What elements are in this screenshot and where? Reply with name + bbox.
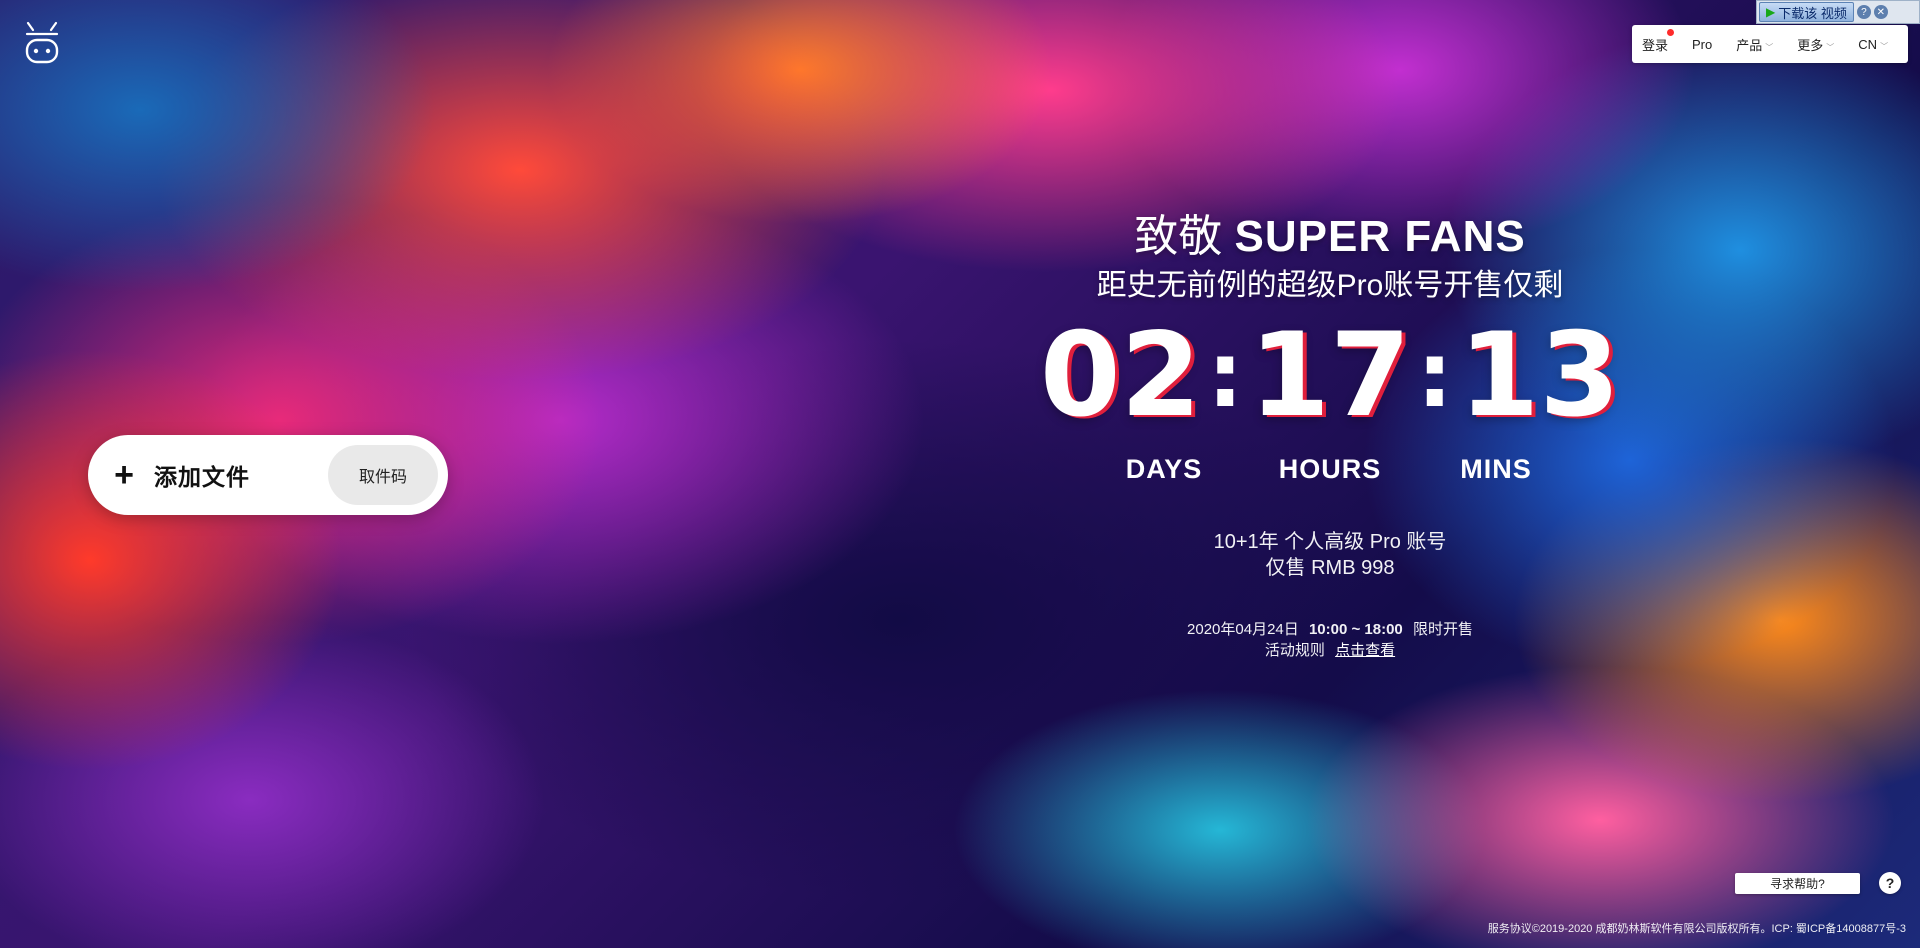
play-icon: ▶ xyxy=(1766,5,1776,19)
promo-subline: 距史无前例的超级Pro账号开售仅剩 xyxy=(1096,269,1564,302)
unit-days: DAYS xyxy=(1125,454,1203,484)
unit-mins: MINS xyxy=(1460,454,1532,484)
chevron-down-icon: ﹀ xyxy=(1880,41,1889,51)
pickup-code-button[interactable]: 取件码 xyxy=(328,445,438,505)
schedule-time: 10:00 ~ 18:00 xyxy=(1308,621,1403,638)
rules-line: 活动规则 点击查看 xyxy=(1060,640,1600,661)
logo-icon xyxy=(25,21,59,64)
countdown-days: 02 xyxy=(1039,308,1202,443)
headline-prefix: 致敬 xyxy=(1134,212,1223,261)
countdown-units: DAYS HOURS MINS xyxy=(1060,454,1600,485)
offer-line-1: 10+1年 个人高级 Pro 账号 xyxy=(1213,531,1447,553)
nav-more[interactable]: 更多 ﹀ xyxy=(1797,35,1834,54)
promo-headline: 致敬 SUPER FANS xyxy=(1060,210,1600,264)
schedule-note: 限时开售 xyxy=(1412,621,1473,638)
video-downloader-bar: ▶ 下载该 视频 ? ✕ xyxy=(1756,0,1920,24)
footer-copyright: 服务协议©2019-2020 成都奶林斯软件有限公司版权所有。ICP: 蜀ICP… xyxy=(1487,923,1906,935)
chevron-down-icon: ﹀ xyxy=(1826,42,1835,52)
offer-text: 10+1年 个人高级 Pro 账号 仅售 RMB 998 xyxy=(1060,529,1600,581)
countdown-separator: : xyxy=(1416,323,1453,428)
countdown-separator: : xyxy=(1207,323,1244,428)
offer-line-2: 仅售 RMB 998 xyxy=(1265,557,1395,579)
add-file-button[interactable]: 添加文件 xyxy=(154,458,250,492)
promo-section: 致敬 SUPER FANS 距史无前例的超级Pro账号开售仅剩 02 : 17 … xyxy=(1040,210,1620,661)
countdown-mins: 13 xyxy=(1458,308,1621,443)
nav-language-label: CN xyxy=(1858,36,1878,52)
sale-schedule: 2020年04月24日 10:00 ~ 18:00 限时开售 活动规则 点击查看 xyxy=(1060,619,1600,661)
help-button[interactable]: 寻求帮助? xyxy=(1735,873,1860,894)
download-video-button[interactable]: ▶ 下载该 视频 xyxy=(1759,2,1854,22)
rules-label: 活动规则 xyxy=(1264,642,1325,659)
nav-products-label: 产品 xyxy=(1736,37,1763,53)
plus-icon[interactable]: + xyxy=(108,458,140,492)
nav-more-label: 更多 xyxy=(1797,37,1824,53)
downloader-help-icon[interactable]: ? xyxy=(1856,5,1871,19)
schedule-line: 2020年04月24日 10:00 ~ 18:00 限时开售 xyxy=(1060,619,1600,640)
notification-dot xyxy=(1667,28,1675,36)
countdown-hours: 17 xyxy=(1249,308,1411,443)
nav-pro-label: Pro xyxy=(1692,36,1713,52)
rules-link[interactable]: 点击查看 xyxy=(1335,642,1395,659)
unit-hours: HOURS xyxy=(1278,454,1382,484)
nav-products[interactable]: 产品 ﹀ xyxy=(1736,35,1773,54)
nav-pro[interactable]: Pro xyxy=(1692,37,1712,52)
schedule-date: 2020年04月24日 xyxy=(1187,621,1299,638)
nav-language[interactable]: CN ﹀ xyxy=(1858,37,1888,52)
nav-login[interactable]: 登录 xyxy=(1642,28,1675,54)
page: ▶ 下载该 视频 ? ✕ 登录 Pro 产品 ﹀ 更多 ﹀ CN ﹀ + 添加文件 取… xyxy=(0,0,1920,948)
help-icon[interactable]: ? xyxy=(1879,872,1901,894)
download-video-label: 下载该 视频 xyxy=(1778,5,1847,21)
pickup-code-label: 取件码 xyxy=(358,469,407,486)
downloader-close-icon[interactable]: ✕ xyxy=(1873,5,1888,19)
upload-panel: + 添加文件 取件码 xyxy=(88,435,448,515)
countdown-timer: 02 : 17 : 13 xyxy=(1040,308,1620,443)
chevron-down-icon: ﹀ xyxy=(1765,42,1774,52)
top-nav: 登录 Pro 产品 ﹀ 更多 ﹀ CN ﹀ xyxy=(1632,25,1908,63)
nav-login-label: 登录 xyxy=(1642,37,1669,53)
logo[interactable] xyxy=(24,20,60,68)
headline-strong: SUPER FANS xyxy=(1234,212,1526,261)
